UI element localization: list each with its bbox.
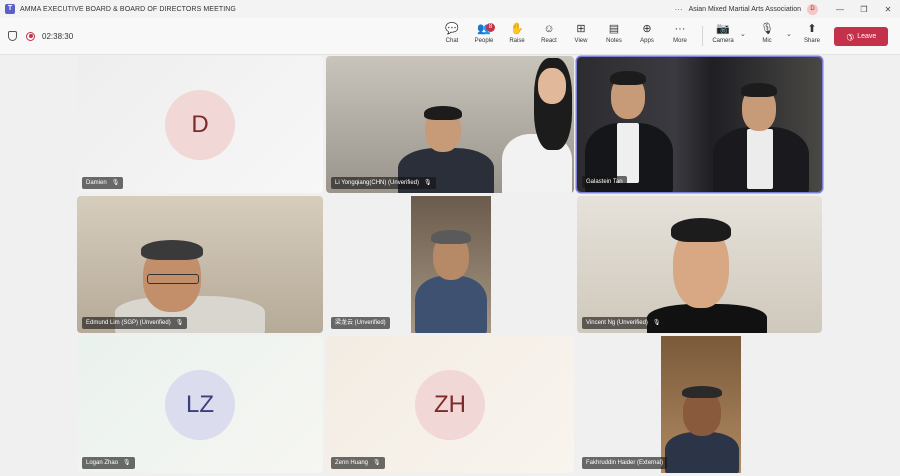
teams-logo-icon: T (5, 4, 15, 14)
camera-off-icon: 📷 (716, 23, 730, 35)
notes-label: Notes (606, 38, 622, 44)
name-tag: Vincent Ng (Unverified) 🎙 (582, 317, 665, 329)
raise-label: Raise (509, 38, 525, 44)
shield-icon[interactable] (8, 31, 17, 41)
hand-icon: ✋ (510, 23, 524, 35)
share-tray-icon: ⬆ (807, 23, 817, 35)
name-tag: 梁龙云 (Unverified) (331, 317, 390, 329)
name-tag: Damien 🎙 (82, 177, 124, 189)
name-tag: Edmund Lim (SGP) (Unverified) 🎙 (82, 317, 188, 329)
camera-label: Camera (712, 38, 734, 44)
people-label: People (474, 38, 494, 44)
more-button[interactable]: ··· More (665, 22, 695, 52)
mic-off-icon: 🎙 (123, 460, 131, 466)
avatar: ZH (415, 370, 485, 440)
restore-button[interactable]: ❐ (852, 5, 876, 14)
mic-off-icon: 🎙 (111, 180, 120, 186)
phone-hangup-icon: ✆ (843, 30, 857, 44)
notes-button[interactable]: ▤ Notes (599, 22, 629, 52)
recording-icon (26, 31, 35, 41)
mic-chevron-down-icon[interactable]: ⌄ (786, 30, 792, 38)
video-feed (661, 336, 741, 473)
avatar: D (165, 90, 235, 160)
mic-off-icon: 🎙 (652, 320, 661, 326)
view-label: View (574, 38, 588, 44)
participant-tile-vincent-ng[interactable]: Vincent Ng (Unverified) 🎙 (577, 196, 822, 333)
minimize-button[interactable]: — (828, 5, 852, 14)
participant-tile-galastein-tan[interactable]: Galastein Tan (577, 57, 822, 192)
view-button[interactable]: ⊞ View (566, 22, 596, 52)
name-tag: Zenn Huang 🎙 (331, 457, 385, 469)
mic-label: Mic (762, 38, 772, 44)
title-bar: T AMMA EXECUTIVE BOARD & BOARD OF DIRECT… (0, 0, 900, 18)
participant-name: Fakhruddin Haider (External) (586, 460, 664, 466)
participant-name: Edmund Lim (SGP) (Unverified) (86, 320, 171, 326)
grid-view-icon: ⊞ (576, 23, 586, 35)
name-tag: Galastein Tan (582, 176, 627, 188)
video-feed (411, 196, 491, 333)
smiley-icon: ☺ (543, 23, 555, 35)
name-tag: Li Yongqiang(CHN) (Unverified) 🎙 (331, 177, 436, 189)
people-button[interactable]: 👥 8 People (469, 22, 499, 52)
react-button[interactable]: ☺ React (534, 22, 564, 52)
participant-name: Logan Zhao (86, 460, 119, 466)
ellipsis-icon: ··· (674, 23, 686, 35)
participant-tile-zenn-huang[interactable]: ZH Zenn Huang 🎙 (326, 336, 574, 473)
people-count-badge: 8 (486, 23, 495, 32)
apps-label: Apps (640, 38, 654, 44)
participant-tile-liang-longyun[interactable]: 梁龙云 (Unverified) (326, 196, 574, 333)
participant-name: Galastein Tan (586, 179, 623, 185)
organization-name[interactable]: Asian Mixed Martial Arts Association (689, 6, 801, 13)
mic-off-icon: 🎙 (175, 320, 184, 326)
share-button[interactable]: ⬆ Share (797, 22, 827, 52)
participant-name: Vincent Ng (Unverified) (586, 320, 648, 326)
participant-tile-edmund-lim[interactable]: Edmund Lim (SGP) (Unverified) 🎙 (77, 196, 323, 333)
camera-button[interactable]: 📷 Camera (708, 22, 738, 52)
apps-button[interactable]: ⊕ Apps (632, 22, 662, 52)
camera-chevron-down-icon[interactable]: ⌄ (740, 30, 746, 38)
close-button[interactable]: ✕ (876, 5, 900, 14)
participant-name: Zenn Huang (335, 460, 369, 466)
chat-button[interactable]: 💬 Chat (437, 22, 467, 52)
user-avatar[interactable]: D (807, 3, 818, 15)
more-label: More (673, 38, 687, 44)
notes-icon: ▤ (608, 23, 620, 35)
participant-name: Damien (86, 180, 107, 186)
raise-hand-button[interactable]: ✋ Raise (502, 22, 532, 52)
meeting-timer: 02:38:30 (42, 31, 74, 41)
window-title: AMMA EXECUTIVE BOARD & BOARD OF DIRECTOR… (20, 5, 236, 13)
name-tag: Fakhruddin Haider (External) (582, 457, 668, 469)
more-options-icon[interactable]: ··· (675, 5, 683, 14)
mic-off-icon: 🎙 (424, 180, 432, 186)
participant-tile-damien[interactable]: D Damien 🎙 (77, 56, 323, 193)
mic-off-icon: 🎙 (373, 460, 381, 466)
avatar: LZ (165, 370, 235, 440)
participant-name: 梁龙云 (Unverified) (335, 320, 386, 326)
leave-label: Leave (857, 33, 877, 40)
participant-tile-logan-zhao[interactable]: LZ Logan Zhao 🎙 (77, 336, 323, 473)
meeting-toolbar: 02:38:30 💬 Chat 👥 8 People ✋ Raise ☺ Rea… (0, 18, 900, 55)
toolbar-divider (702, 26, 703, 46)
mic-off-icon: 🎙 (760, 23, 774, 35)
participant-name: Li Yongqiang(CHN) (Unverified) (335, 180, 420, 186)
mic-button[interactable]: 🎙 Mic (752, 22, 782, 52)
name-tag: Logan Zhao 🎙 (82, 457, 135, 469)
apps-plus-icon: ⊕ (642, 23, 652, 35)
chat-icon: 💬 (445, 23, 459, 35)
share-label: Share (803, 38, 820, 44)
participant-tile-li-yongqiang[interactable]: Li Yongqiang(CHN) (Unverified) 🎙 (326, 56, 574, 193)
chat-label: Chat (445, 38, 459, 44)
leave-button[interactable]: ✆ Leave (834, 27, 888, 46)
react-label: React (541, 38, 557, 44)
participant-tile-fakhruddin-haider[interactable]: Fakhruddin Haider (External) (577, 336, 822, 473)
